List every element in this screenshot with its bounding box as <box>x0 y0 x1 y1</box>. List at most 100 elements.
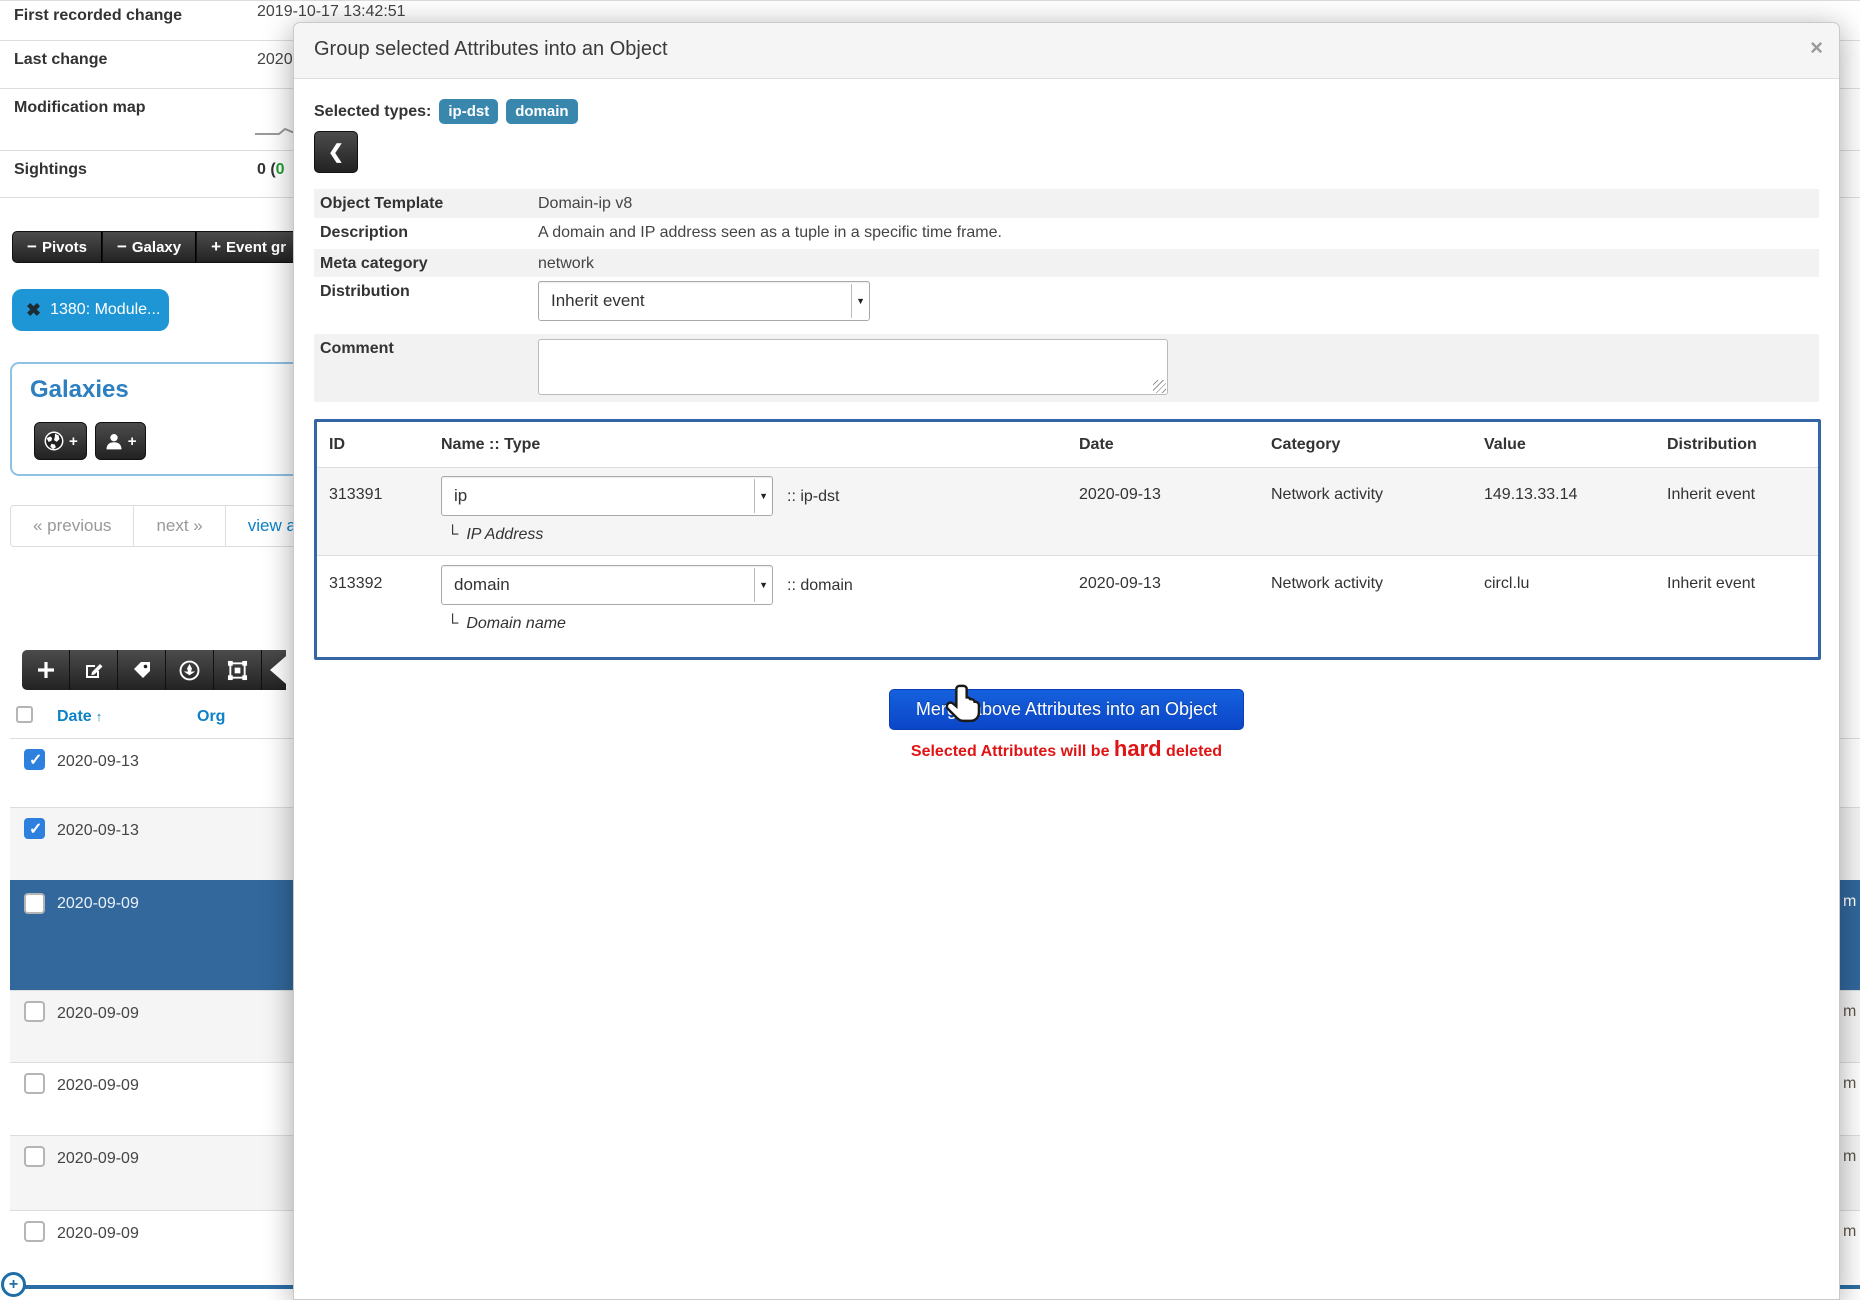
attribute-sub-label: └IP Address <box>447 526 543 544</box>
galaxy-icon <box>179 660 200 681</box>
form-row-meta-category: Meta category network <box>314 249 1819 277</box>
form-label: Distribution <box>320 283 410 301</box>
chevron-left-icon <box>270 650 293 690</box>
attribute-value: circl.lu <box>1484 575 1529 593</box>
attribute-category: Network activity <box>1271 486 1383 504</box>
attribute-name-value: ip <box>454 486 467 506</box>
galaxy-selected-button[interactable] <box>166 650 214 690</box>
pivot-chip-label: 1380: Module... <box>50 301 160 319</box>
form-row-comment: Comment <box>314 334 1819 402</box>
merge-attributes-button[interactable]: Merge above Attributes into an Object <box>889 689 1244 730</box>
form-label: Object Template <box>320 195 443 213</box>
info-label: First recorded change <box>14 7 182 25</box>
column-header-org[interactable]: Org <box>197 708 225 726</box>
select-all-checkbox[interactable] <box>16 706 33 723</box>
form-row-object-template: Object Template Domain-ip v8 <box>314 189 1819 218</box>
attribute-date: 2020-09-09 <box>57 1005 139 1023</box>
modal-attribute-row: 313391 ip :: ip-dst └IP Address 2020-09-… <box>317 468 1818 556</box>
comment-textarea[interactable] <box>538 339 1168 395</box>
form-row-description: Description A domain and IP address seen… <box>314 218 1819 249</box>
row-checkbox[interactable] <box>24 1146 45 1167</box>
org-text: m <box>1843 1075 1856 1093</box>
pivot-chip-1380[interactable]: ✖ 1380: Module... <box>12 289 169 331</box>
sparkline-icon <box>255 123 297 141</box>
object-template-link[interactable]: Domain-ip v8 <box>538 195 632 213</box>
tag-selected-button[interactable] <box>118 650 166 690</box>
org-text: m <box>1843 1003 1856 1021</box>
row-checkbox[interactable] <box>24 749 45 770</box>
modal-attributes-table: ID Name :: Type Date Category Value Dist… <box>314 419 1821 660</box>
column-header-date[interactable]: Date↑ <box>57 708 102 726</box>
event-view-tabbar: − Pivots − Galaxy + Event gr <box>12 231 314 263</box>
org-text: m <box>1843 1148 1856 1166</box>
edit-icon <box>84 660 104 680</box>
meta-category-text: network <box>538 255 594 273</box>
attribute-distribution: Inherit event <box>1667 575 1755 593</box>
form-row-distribution: Distribution Inherit event <box>314 277 1819 334</box>
add-global-galaxy-button[interactable]: + <box>34 422 87 460</box>
attribute-value: 149.13.33.14 <box>1484 486 1577 504</box>
plus-icon: + <box>211 237 221 257</box>
info-value: 2020 <box>257 51 293 69</box>
attribute-date: 2020-09-09 <box>57 1150 139 1168</box>
row-checkbox[interactable] <box>24 1001 45 1022</box>
minus-icon: − <box>117 237 127 257</box>
attribute-date: 2020-09-13 <box>1079 575 1161 593</box>
sort-asc-icon: ↑ <box>96 709 103 724</box>
attribute-type-suffix: :: ip-dst <box>787 488 839 506</box>
info-value: 2019-10-17 13:42:51 <box>257 3 406 21</box>
attribute-id: 313391 <box>329 486 382 504</box>
form-label: Description <box>320 224 408 242</box>
resize-grip-icon[interactable] <box>1153 380 1166 393</box>
back-button[interactable]: ❮ <box>314 131 358 173</box>
column-header-name-type: Name :: Type <box>441 436 540 454</box>
attribute-name-select[interactable]: domain <box>441 565 773 605</box>
attribute-toolbar <box>22 650 286 690</box>
info-label: Last change <box>14 51 107 69</box>
attribute-category: Network activity <box>1271 575 1383 593</box>
object-template-form: Object Template Domain-ip v8 Description… <box>314 189 1819 402</box>
edit-selected-button[interactable] <box>70 650 118 690</box>
info-label: Modification map <box>14 99 146 117</box>
tab-label: Pivots <box>42 239 87 256</box>
form-label: Comment <box>320 340 394 358</box>
close-icon[interactable]: ✖ <box>26 300 41 321</box>
modal-table-header: ID Name :: Type Date Category Value Dist… <box>317 422 1818 468</box>
tab-galaxy[interactable]: − Galaxy <box>102 231 196 263</box>
globe-icon <box>43 430 65 452</box>
column-header-category: Category <box>1271 436 1340 454</box>
galaxies-title: Galaxies <box>30 376 129 404</box>
row-checkbox[interactable] <box>24 893 45 914</box>
tab-pivots[interactable]: − Pivots <box>12 231 102 263</box>
selected-types-label: Selected types: <box>314 103 431 121</box>
info-label: Sightings <box>14 161 87 179</box>
plus-icon: + <box>128 433 137 450</box>
pagination-previous[interactable]: « previous <box>10 505 134 547</box>
row-checkbox[interactable] <box>24 1073 45 1094</box>
close-icon[interactable]: × <box>1810 35 1823 61</box>
circle-plus-icon[interactable]: + <box>1 1272 26 1297</box>
attribute-sub-label: └Domain name <box>447 615 566 633</box>
attribute-type-suffix: :: domain <box>787 577 853 595</box>
minus-icon: − <box>27 237 37 257</box>
add-attribute-button[interactable] <box>22 650 70 690</box>
type-badge-domain: domain <box>506 99 577 124</box>
description-text: A domain and IP address seen as a tuple … <box>538 224 1002 242</box>
column-header-id: ID <box>329 436 345 454</box>
selected-types-row: Selected types: ip-dst domain <box>314 99 578 124</box>
row-checkbox[interactable] <box>24 818 45 839</box>
attribute-name-select[interactable]: ip <box>441 476 773 516</box>
group-into-object-button[interactable] <box>214 650 262 690</box>
sightings-green-count: 0 <box>276 161 285 178</box>
attribute-distribution: Inherit event <box>1667 486 1755 504</box>
org-text: m <box>1843 1223 1856 1241</box>
add-local-galaxy-button[interactable]: + <box>95 422 146 460</box>
modal-header: Group selected Attributes into an Object… <box>294 23 1839 79</box>
tag-icon <box>132 660 152 680</box>
row-checkbox[interactable] <box>24 1221 45 1242</box>
corner-icon: └ <box>447 615 458 632</box>
modal-attribute-row: 313392 domain :: domain └Domain name 202… <box>317 557 1818 657</box>
distribution-select[interactable]: Inherit event <box>538 281 870 321</box>
plus-icon <box>36 660 56 680</box>
pagination-next[interactable]: next » <box>134 505 225 547</box>
